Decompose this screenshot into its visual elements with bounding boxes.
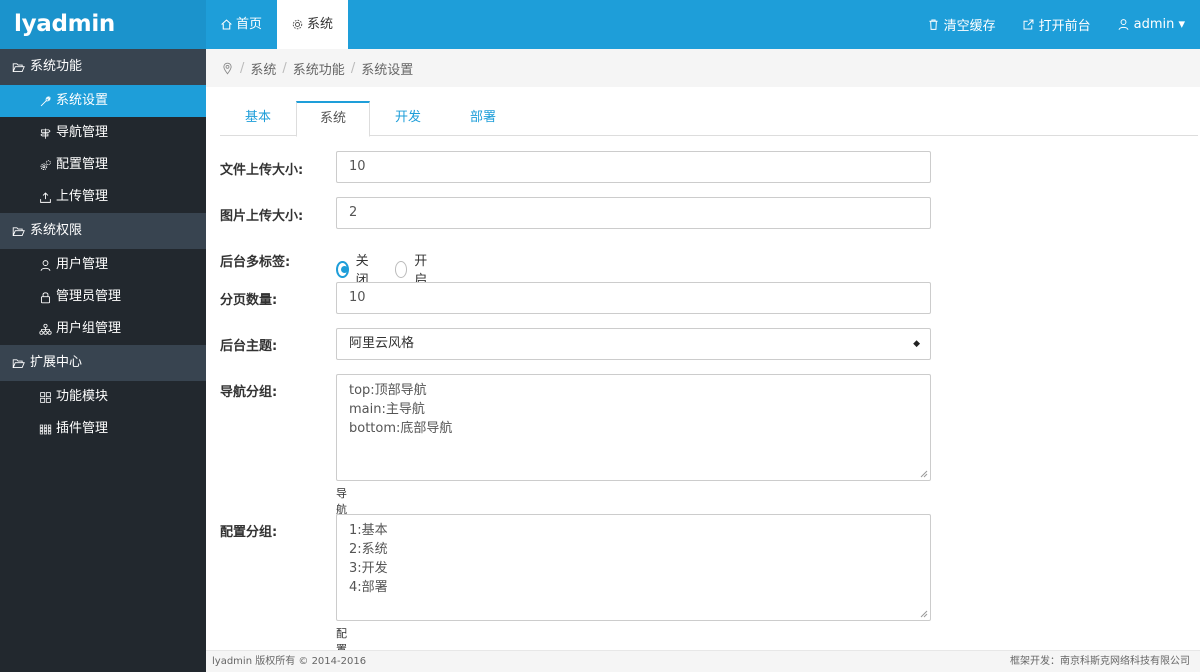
lock-icon (39, 291, 52, 304)
sidebar-item-upload-management[interactable]: 上传管理 (0, 181, 206, 213)
footer: lyadmin 版权所有 © 2014-2016 框架开发：南京科斯克网络科技有… (206, 650, 1200, 672)
file-upload-size-label: 文件上传大小: (220, 163, 304, 178)
open-frontend-label: 打开前台 (1038, 19, 1091, 34)
sidebar-item-usergroup-management[interactable]: 用户组管理 (0, 313, 206, 345)
top-header: lyadmin 首页 系统 清空缓存 打开前台 admin ▾ (0, 0, 1200, 49)
breadcrumb-item[interactable]: 系统功能 (293, 59, 345, 78)
select-arrows-icon: ◆ (913, 339, 920, 349)
breadcrumb-separator: / (350, 60, 356, 76)
theme-select-value: 阿里云风格 (349, 336, 415, 351)
breadcrumb-item-current: 系统设置 (361, 62, 414, 78)
sidebar-item-label: 用户组管理 (56, 321, 122, 336)
sidebar-item-plugins[interactable]: 插件管理 (0, 413, 206, 445)
radio-button-checked[interactable] (336, 260, 349, 278)
user-menu-label: admin ▾ (1133, 17, 1185, 32)
sidebar-group-system-functions[interactable]: 系统功能 (0, 49, 206, 85)
textarea-line: 2:系统 (349, 542, 388, 557)
grid-icon (39, 391, 52, 404)
tab-basic[interactable]: 基本 (220, 101, 296, 136)
sidebar-item-admin-management[interactable]: 管理员管理 (0, 281, 206, 313)
folder-open-icon (12, 357, 25, 370)
sidebar-group-label: 扩展中心 (30, 355, 83, 370)
folder-open-icon (12, 225, 25, 238)
location-pin-icon (221, 62, 234, 75)
user-icon (39, 259, 52, 272)
tab-deploy[interactable]: 部署 (446, 101, 520, 136)
page-size-input[interactable]: 10 (336, 282, 931, 314)
top-nav-system[interactable]: 系统 (277, 0, 349, 49)
sitemap-icon (39, 323, 52, 336)
settings-tabs: 基本 系统 开发 部署 (220, 101, 1198, 137)
folder-open-icon (12, 61, 25, 74)
sidebar-item-system-settings[interactable]: 系统设置 (0, 85, 206, 117)
footer-copyright: lyadmin 版权所有 © 2014-2016 (212, 656, 367, 667)
gear-icon (291, 18, 304, 31)
trash-icon (927, 18, 940, 31)
main-content: / 系统 / 系统功能 / 系统设置 基本 系统 开发 部署 文件上传大小: 1… (206, 49, 1200, 672)
config-groups-textarea[interactable]: 1:基本 2:系统 3:开发 4:部署 (336, 514, 931, 621)
sidebar-item-label: 插件管理 (56, 421, 109, 436)
textarea-line: top:顶部导航 (349, 383, 427, 398)
file-upload-size-input[interactable]: 10 (336, 151, 931, 183)
textarea-line: 4:部署 (349, 580, 388, 595)
resize-grip-icon[interactable] (920, 610, 928, 618)
nav-groups-textarea[interactable]: top:顶部导航 main:主导航 bottom:底部导航 (336, 374, 931, 481)
breadcrumb: / 系统 / 系统功能 / 系统设置 (206, 49, 1200, 87)
config-groups-label: 配置分组: (220, 525, 278, 540)
theme-select[interactable]: 阿里云风格 ◆ (336, 328, 931, 360)
breadcrumb-separator: / (240, 60, 245, 76)
upload-icon (39, 191, 52, 204)
wrench-icon (39, 95, 52, 108)
sidebar-item-modules[interactable]: 功能模块 (0, 381, 206, 413)
apps-icon (39, 423, 52, 436)
home-icon (220, 18, 233, 31)
top-nav-home[interactable]: 首页 (206, 0, 277, 49)
external-link-icon (1022, 18, 1035, 31)
multi-tab-label: 后台多标签: (220, 255, 291, 270)
breadcrumb-separator: / (282, 60, 287, 76)
image-upload-size-label: 图片上传大小: (220, 209, 304, 224)
sidebar-item-label: 系统设置 (56, 93, 109, 108)
sidebar-item-user-management[interactable]: 用户管理 (0, 249, 206, 281)
sidebar-group-system-permissions[interactable]: 系统权限 (0, 213, 206, 249)
user-icon (1117, 18, 1130, 31)
sidebar-item-label: 导航管理 (56, 125, 109, 140)
signpost-icon (39, 127, 52, 140)
top-nav: 首页 系统 (206, 0, 349, 49)
page-size-label: 分页数量: (220, 293, 278, 308)
textarea-line: 3:开发 (349, 561, 388, 576)
radio-button-unchecked[interactable] (395, 260, 408, 278)
top-right-actions: 清空缓存 打开前台 admin ▾ (927, 0, 1185, 49)
sidebar: 系统功能 系统设置 导航管理 配置管理 上传管理 系统权限 用户管理 管理员管理… (0, 49, 206, 672)
image-upload-size-input[interactable]: 2 (336, 197, 931, 229)
textarea-line: bottom:底部导航 (349, 421, 453, 436)
textarea-line: 1:基本 (349, 523, 388, 538)
top-nav-system-label: 系统 (307, 17, 334, 32)
nav-groups-label: 导航分组: (220, 385, 278, 400)
cogs-icon (39, 159, 52, 172)
sidebar-group-extension-center[interactable]: 扩展中心 (0, 345, 206, 381)
sidebar-item-label: 配置管理 (56, 157, 109, 172)
theme-label: 后台主题: (220, 339, 278, 354)
clear-cache-button[interactable]: 清空缓存 (927, 15, 996, 34)
footer-developer: 框架开发：南京科斯克网络科技有限公司 (1010, 656, 1190, 667)
sidebar-group-label: 系统功能 (30, 59, 83, 74)
sidebar-item-config-management[interactable]: 配置管理 (0, 149, 206, 181)
sidebar-item-label: 上传管理 (56, 189, 109, 204)
sidebar-group-label: 系统权限 (30, 223, 83, 238)
sidebar-item-label: 用户管理 (56, 257, 109, 272)
breadcrumb-item[interactable]: 系统 (250, 59, 276, 78)
user-menu[interactable]: admin ▾ (1117, 17, 1185, 32)
tab-develop[interactable]: 开发 (370, 101, 446, 136)
clear-cache-label: 清空缓存 (943, 19, 996, 34)
logo[interactable]: lyadmin (0, 0, 206, 49)
tab-system[interactable]: 系统 (296, 101, 370, 137)
resize-grip-icon[interactable] (920, 470, 928, 478)
top-nav-home-label: 首页 (236, 17, 263, 32)
sidebar-item-label: 管理员管理 (56, 289, 122, 304)
open-frontend-button[interactable]: 打开前台 (1022, 15, 1091, 34)
sidebar-item-nav-management[interactable]: 导航管理 (0, 117, 206, 149)
sidebar-item-label: 功能模块 (56, 389, 109, 404)
textarea-line: main:主导航 (349, 402, 425, 417)
